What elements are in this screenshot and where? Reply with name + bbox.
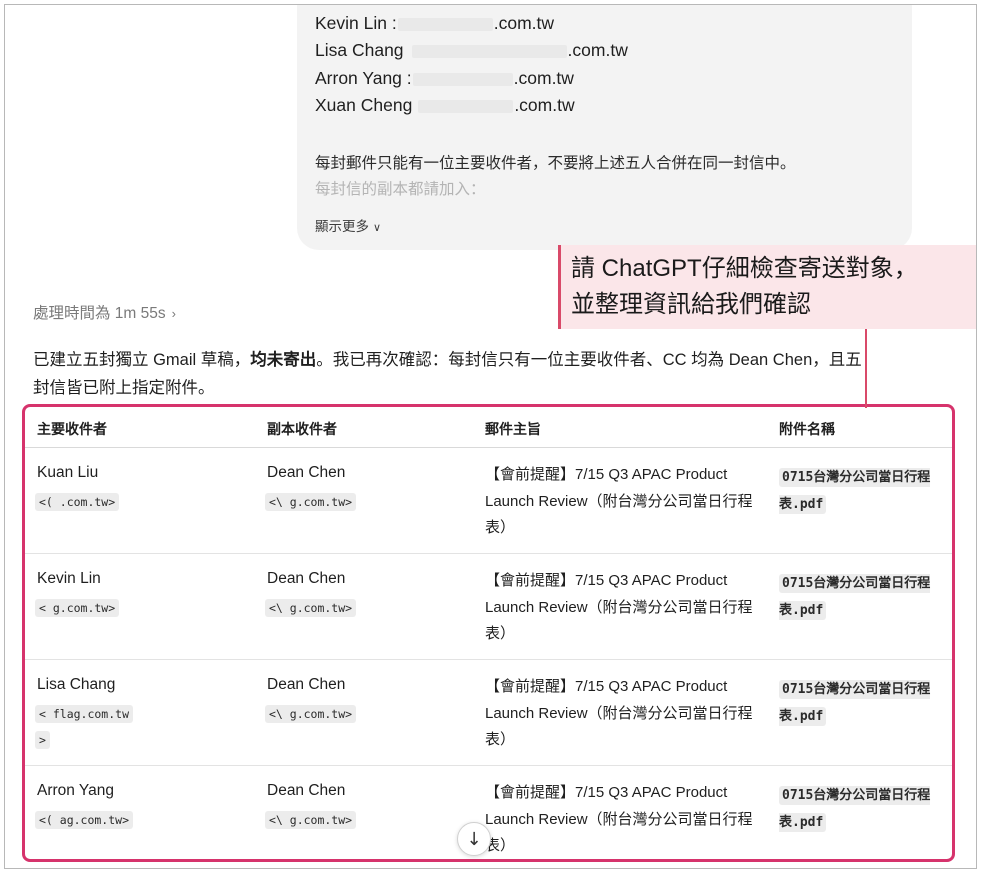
- cc-email: <\ g.com.tw>: [265, 811, 357, 829]
- attachment-cell: 0715台灣分公司當日行程表.pdf: [779, 468, 931, 514]
- subject-cell: 【會前提醒】7/15 Q3 APAC Product Launch Review…: [485, 466, 753, 536]
- chat-window: Kevin Lin : .com.tw Lisa Chang .com.tw Arr…: [4, 4, 977, 869]
- to-name: Arron Yang: [37, 782, 114, 799]
- scroll-down-button[interactable]: ↓: [457, 822, 491, 856]
- header-cc: 副本收件者: [267, 422, 337, 438]
- annotation-line-1: 請 ChatGPT仔細檢查寄送對象，: [571, 255, 918, 282]
- chevron-down-icon: ∨: [373, 221, 382, 234]
- callout-connector: [865, 328, 867, 408]
- subject-cell: 【會前提醒】7/15 Q3 APAC Product Launch Review…: [485, 572, 753, 642]
- cc-name: Dean Chen: [267, 570, 346, 587]
- to-email: < g.com.tw>: [35, 599, 120, 617]
- attachment-cell: 0715台灣分公司當日行程表.pdf: [779, 786, 931, 832]
- message-faded-line: 每封信的副本都請加入：: [315, 180, 486, 198]
- subject-cell: 【會前提醒】7/15 Q3 APAC Product Launch Review…: [485, 784, 753, 854]
- cc-name: Dean Chen: [267, 464, 346, 481]
- recipient-line: Xuan Cheng .com.tw: [315, 95, 575, 115]
- attachment-cell: 0715台灣分公司當日行程表.pdf: [779, 680, 931, 726]
- cc-email: <\ g.com.tw>: [265, 705, 357, 723]
- to-name: Lisa Chang: [37, 676, 116, 693]
- assistant-reply: 已建立五封獨立 Gmail 草稿，均未寄出。我已再次確認：每封信只有一位主要收件…: [33, 351, 862, 397]
- cc-email: <\ g.com.tw>: [265, 599, 357, 617]
- to-email: <( ag.com.tw>: [35, 811, 134, 829]
- table-row: Kevin Lin < g.com.tw> Dean Chen <\ g.com…: [25, 553, 952, 660]
- header-to: 主要收件者: [37, 422, 107, 438]
- cc-name: Dean Chen: [267, 676, 346, 693]
- thinking-time-toggle[interactable]: 處理時間為 1m 55s ›: [33, 301, 176, 323]
- header-attachment: 附件名稱: [779, 422, 835, 438]
- drafts-table: 主要收件者 副本收件者 郵件主旨 附件名稱 Kuan Liu <( .com.t…: [22, 404, 955, 862]
- chevron-right-icon: ›: [171, 306, 176, 321]
- show-more-button[interactable]: 顯示更多 ∨: [315, 215, 381, 235]
- recipient-line: Arron Yang : .com.tw: [315, 68, 574, 88]
- table-header: 主要收件者 副本收件者 郵件主旨 附件名稱: [25, 407, 952, 448]
- attachment-cell: 0715台灣分公司當日行程表.pdf: [779, 574, 931, 620]
- annotation-line-2: 並整理資訊給我們確認: [571, 291, 811, 318]
- to-email: < flag.com.tw: [35, 705, 134, 723]
- cc-email: <\ g.com.tw>: [265, 493, 357, 511]
- to-email-wrap: >: [35, 731, 50, 749]
- subject-cell: 【會前提醒】7/15 Q3 APAC Product Launch Review…: [485, 678, 753, 748]
- table-row: Kuan Liu <( .com.tw> Dean Chen <\ g.com.…: [25, 447, 952, 554]
- to-name: Kuan Liu: [37, 464, 99, 481]
- header-subject: 郵件主旨: [485, 422, 541, 438]
- recipient-line: Kevin Lin : .com.tw: [315, 13, 555, 33]
- recipient-line: Lisa Chang .com.tw: [315, 40, 628, 60]
- annotation-callout: 請 ChatGPT仔細檢查寄送對象， 並整理資訊給我們確認: [558, 245, 976, 329]
- to-name: Kevin Lin: [37, 570, 101, 587]
- table-row: Lisa Chang < flag.com.tw > Dean Chen <\ …: [25, 659, 952, 766]
- arrow-down-icon: ↓: [466, 828, 482, 850]
- to-email: <( .com.tw>: [35, 493, 120, 511]
- message-paragraph: 每封郵件只能有一位主要收件者，不要將上述五人合併在同一封信中。: [315, 154, 796, 172]
- cc-name: Dean Chen: [267, 782, 346, 799]
